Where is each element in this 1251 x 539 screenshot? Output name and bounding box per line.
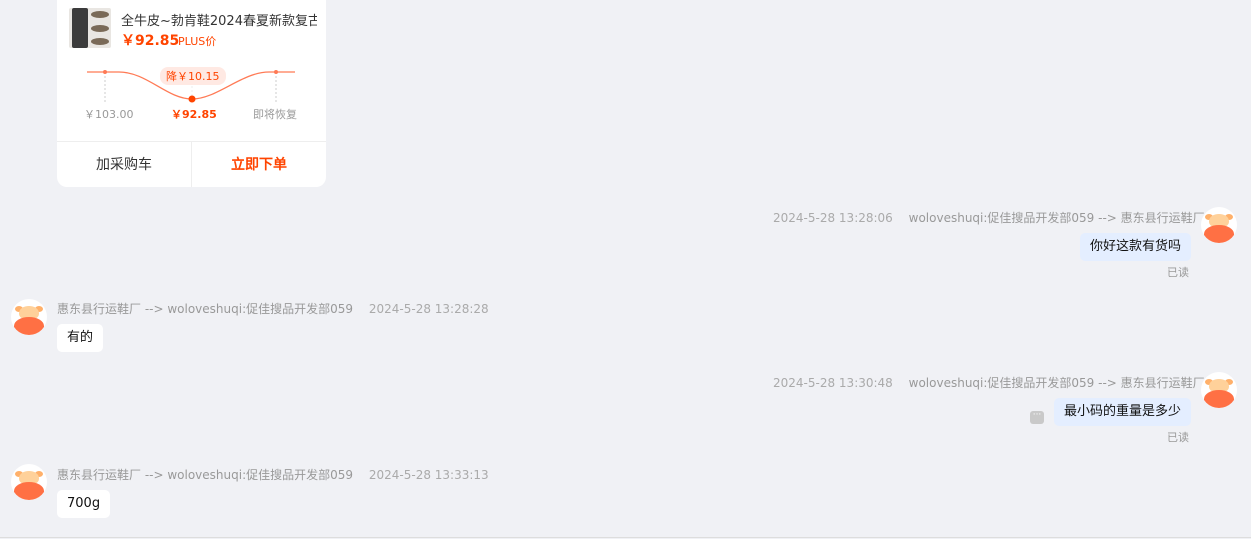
- product-actions: 加采购车 立即下单: [57, 141, 326, 187]
- product-thumbnail[interactable]: [69, 8, 111, 48]
- message-timestamp: 2024-5-28 13:28:06: [773, 211, 893, 225]
- avatar-icon[interactable]: [11, 464, 47, 500]
- message-bubble-incoming[interactable]: 700g: [57, 490, 111, 518]
- message-bubble-outgoing[interactable]: 最小码的重量是多少: [1053, 398, 1191, 426]
- add-to-cart-button[interactable]: 加采购车: [57, 142, 192, 187]
- price-point-old: [103, 70, 107, 74]
- product-card[interactable]: 全牛皮~勃肯鞋2024春夏新款复古 ￥92.85 PLUS价 降￥10.15 ￥…: [57, 0, 326, 187]
- avatar-icon[interactable]: [1201, 207, 1237, 243]
- plus-price-label: PLUS价: [178, 35, 217, 48]
- current-price-label: ￥92.85: [171, 108, 217, 121]
- original-price-label: ￥103.00: [84, 108, 134, 121]
- message-meta: 2024-5-28 13:28:06 woloveshuqi:促佳搜品开发部05…: [773, 209, 1205, 226]
- message-route: woloveshuqi:促佳搜品开发部059 --> 惠东县行运鞋厂: [908, 211, 1205, 225]
- message-meta: 2024-5-28 13:30:48 woloveshuqi:促佳搜品开发部05…: [773, 374, 1205, 391]
- buy-now-button[interactable]: 立即下单: [192, 142, 326, 187]
- message-bubble-outgoing[interactable]: 你好这款有货吗: [1079, 233, 1191, 261]
- message-route: woloveshuqi:促佳搜品开发部059 --> 惠东县行运鞋厂: [908, 376, 1205, 390]
- message-timestamp: 2024-5-28 13:33:13: [368, 468, 489, 482]
- message-timestamp: 2024-5-28 13:28:28: [368, 302, 489, 316]
- product-price: ￥92.85: [121, 33, 180, 49]
- message-meta: 惠东县行运鞋厂 --> woloveshuqi:促佳搜品开发部059 2024-…: [57, 300, 489, 317]
- price-point-current: [188, 95, 196, 103]
- message-bubble-incoming[interactable]: 有的: [57, 324, 104, 352]
- avatar-icon[interactable]: [11, 299, 47, 335]
- message-route: 惠东县行运鞋厂 --> woloveshuqi:促佳搜品开发部059: [57, 302, 354, 316]
- message-meta: 惠东县行运鞋厂 --> woloveshuqi:促佳搜品开发部059 2024-…: [57, 466, 489, 483]
- more-options-icon[interactable]: ···: [1030, 411, 1044, 424]
- price-drop-badge: 降￥10.15: [160, 67, 226, 85]
- read-status: 已读: [1167, 266, 1189, 279]
- restore-price-label: 即将恢复: [253, 108, 297, 121]
- divider: [0, 537, 1251, 538]
- read-status: 已读: [1167, 431, 1189, 444]
- avatar-icon[interactable]: [1201, 372, 1237, 408]
- price-point-future: [274, 70, 278, 74]
- message-timestamp: 2024-5-28 13:30:48: [773, 376, 893, 390]
- message-route: 惠东县行运鞋厂 --> woloveshuqi:促佳搜品开发部059: [57, 468, 354, 482]
- product-title[interactable]: 全牛皮~勃肯鞋2024春夏新款复古: [121, 10, 317, 29]
